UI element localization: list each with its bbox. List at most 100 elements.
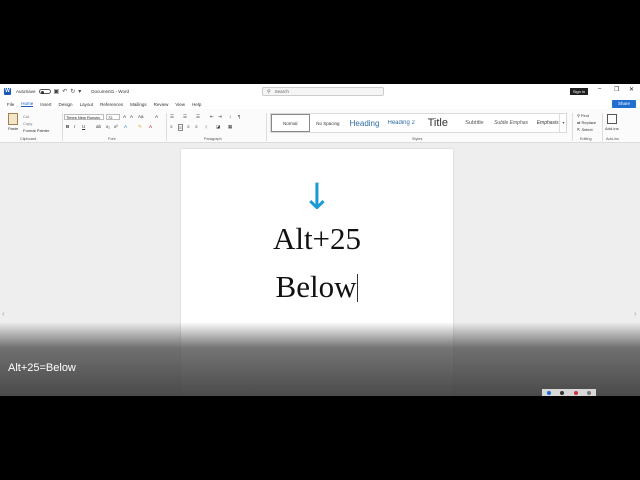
align-center-icon[interactable]: ≡ <box>178 124 183 131</box>
separator <box>602 113 603 141</box>
decrease-indent-icon[interactable]: ⇤ <box>210 114 214 120</box>
word-app-icon: W <box>4 88 11 95</box>
tab-layout[interactable]: Layout <box>80 102 94 107</box>
subscript-icon[interactable]: x₂ <box>106 124 110 129</box>
style-normal[interactable]: Normal <box>271 114 310 132</box>
styles-gallery: Normal No Spacing Heading Heading 2 Titl… <box>270 113 567 133</box>
shading-icon[interactable]: ◪ <box>216 124 220 130</box>
grow-font-icon[interactable]: A <box>123 114 126 119</box>
font-group-label: Font <box>108 137 116 141</box>
tab-insert[interactable]: Insert <box>40 102 51 107</box>
minimize-button[interactable]: – <box>598 86 601 92</box>
close-button[interactable]: ✕ <box>629 86 634 93</box>
share-button[interactable]: Share <box>612 100 636 108</box>
search-box[interactable]: ⚲ Search <box>262 87 384 96</box>
line-spacing-icon[interactable]: ↨ <box>205 124 207 129</box>
paste-icon[interactable] <box>8 113 18 125</box>
taskbar-app-icon[interactable] <box>560 390 565 395</box>
document-title: Document1 - Word <box>91 89 129 94</box>
copy-button[interactable]: Copy <box>23 121 32 126</box>
chevron-left-icon[interactable]: ‹ <box>2 309 5 318</box>
styles-group-label: Styles <box>412 137 423 141</box>
clear-formatting-icon[interactable]: A <box>155 114 158 119</box>
shrink-font-icon[interactable]: A <box>130 114 133 119</box>
borders-icon[interactable]: ▦ <box>228 124 232 130</box>
redo-icon[interactable]: ↻ <box>70 88 75 95</box>
justify-icon[interactable]: ≡ <box>195 124 198 129</box>
find-button[interactable]: ⚲ Find <box>577 113 589 118</box>
addins-group-label: Add-ins <box>606 137 619 141</box>
style-no-spacing[interactable]: No Spacing <box>310 121 347 126</box>
multilevel-list-icon[interactable]: ☰ <box>196 114 200 120</box>
separator <box>166 113 167 141</box>
down-arrow-symbol: ↓ <box>301 177 333 218</box>
undo-icon[interactable]: ↶ <box>62 88 67 95</box>
tab-help[interactable]: Help <box>192 102 201 107</box>
style-subtle-emphasis[interactable]: Subtle Emphas <box>493 120 530 126</box>
addins-icon[interactable] <box>607 114 617 124</box>
style-title[interactable]: Title <box>420 117 457 129</box>
show-formatting-icon[interactable]: ¶ <box>238 114 240 119</box>
tab-design[interactable]: Design <box>59 102 73 107</box>
paste-button-label[interactable]: Paste <box>8 126 18 131</box>
save-icon[interactable]: ▣ <box>54 88 60 95</box>
text-cursor <box>357 274 359 302</box>
restore-button[interactable]: ❐ <box>614 86 619 93</box>
taskbar-app-icon[interactable] <box>587 390 592 395</box>
bullets-icon[interactable]: ☰ <box>170 114 174 120</box>
increase-indent-icon[interactable]: ⇥ <box>218 114 222 120</box>
caption-overlay <box>0 322 640 396</box>
style-subtitle[interactable]: Subtitle <box>456 120 493 126</box>
font-color-icon[interactable]: A <box>149 124 152 129</box>
tab-view[interactable]: View <box>175 102 185 107</box>
font-size-box[interactable]: 72 <box>106 114 120 120</box>
style-heading-1[interactable]: Heading <box>346 119 383 128</box>
tab-references[interactable]: References <box>100 102 123 107</box>
sign-in-button[interactable]: Sign in <box>570 88 588 95</box>
highlight-icon[interactable]: ✎ <box>138 124 142 130</box>
document-text-line-2-text: Below <box>275 269 357 304</box>
customize-qat-icon[interactable]: ▾ <box>78 88 81 95</box>
chevron-right-icon[interactable]: › <box>634 309 637 318</box>
underline-button[interactable]: U <box>82 124 85 129</box>
strikethrough-icon[interactable]: ab <box>96 124 101 129</box>
align-left-icon[interactable]: ≡ <box>170 124 173 129</box>
search-icon: ⚲ <box>267 88 271 95</box>
font-name-box[interactable]: Times New Roman <box>64 114 104 120</box>
clipboard-group-label: Clipboard <box>20 137 37 141</box>
align-right-icon[interactable]: ≡ <box>187 124 190 129</box>
numbering-icon[interactable]: ☰ <box>183 114 187 120</box>
italic-button[interactable]: I <box>74 124 75 129</box>
document-text-line-2[interactable]: Below <box>181 269 453 305</box>
sort-icon[interactable]: ↕ <box>229 114 231 119</box>
paragraph-group-label: Paragraph <box>204 137 222 141</box>
autosave-toggle[interactable] <box>38 89 51 94</box>
document-text-line-1[interactable]: Alt+25 <box>181 221 453 257</box>
tab-home[interactable]: Home <box>21 101 34 107</box>
tab-mailings[interactable]: Mailings <box>130 102 147 107</box>
format-painter-button[interactable]: Format Painter <box>23 128 49 133</box>
cut-button[interactable]: Cut <box>23 114 29 119</box>
text-effects-icon[interactable]: A <box>124 124 127 129</box>
select-button[interactable]: ⇱ Select <box>577 127 593 132</box>
tab-file[interactable]: File <box>7 102 14 107</box>
addins-button[interactable]: Add-ins <box>605 126 619 131</box>
search-placeholder: Search <box>274 89 289 94</box>
ribbon-tabs: File Home Insert Design Layout Reference… <box>0 99 640 109</box>
ribbon: Paste Cut Copy Format Painter Clipboard … <box>0 109 640 143</box>
separator <box>266 113 267 141</box>
style-heading-2[interactable]: Heading 2 <box>383 120 420 126</box>
taskbar-app-icon[interactable] <box>573 390 578 395</box>
change-case-icon[interactable]: Aa <box>138 114 144 119</box>
tab-review[interactable]: Review <box>154 102 169 107</box>
separator <box>572 113 573 141</box>
editing-group-label: Editing <box>580 137 592 141</box>
styles-more-icon[interactable]: ▾ <box>559 113 567 133</box>
replace-button[interactable]: ⇄ Replace <box>577 120 596 125</box>
superscript-icon[interactable]: x² <box>114 124 118 129</box>
taskbar-app-icon[interactable] <box>546 390 551 395</box>
separator <box>62 113 63 141</box>
taskbar-icons <box>542 389 596 396</box>
bold-button[interactable]: B <box>66 124 69 129</box>
autosave-label: AutoSave <box>16 89 36 94</box>
